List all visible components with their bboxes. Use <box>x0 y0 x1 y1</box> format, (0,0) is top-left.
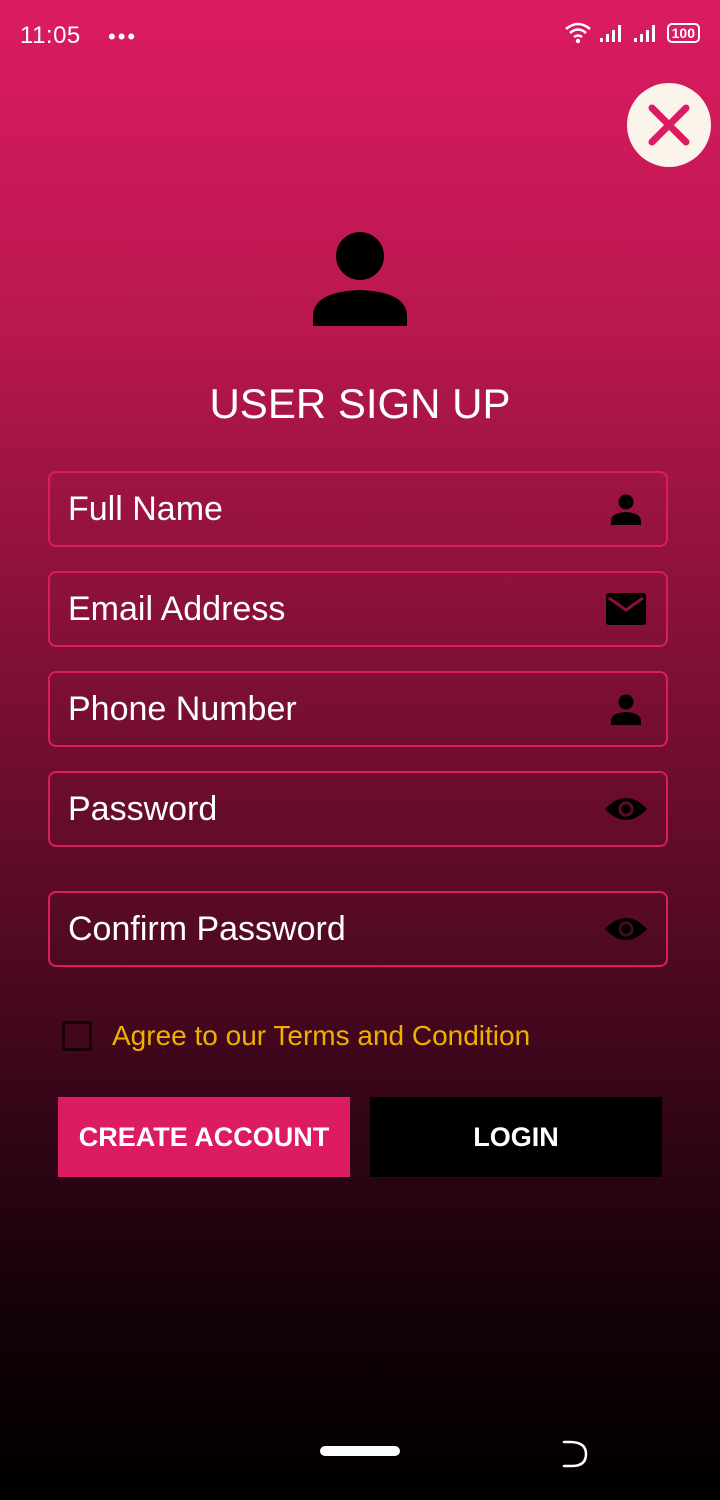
full-name-input[interactable] <box>68 473 588 545</box>
user-avatar-icon <box>313 232 407 326</box>
terms-row: Agree to our Terms and Condition <box>62 1020 530 1052</box>
phone-input[interactable] <box>68 673 588 745</box>
eye-icon[interactable] <box>604 791 648 827</box>
home-gesture-bar[interactable] <box>320 1446 400 1456</box>
eye-icon[interactable] <box>604 911 648 947</box>
status-icons: 100 <box>564 22 700 44</box>
mail-icon <box>604 591 648 627</box>
status-bar: 11:05 ••• 100 <box>0 0 720 72</box>
login-button[interactable]: LOGIN <box>370 1097 662 1177</box>
password-field[interactable] <box>48 771 668 847</box>
signal-icon-2 <box>633 25 655 42</box>
phone-field[interactable] <box>48 671 668 747</box>
close-button[interactable] <box>627 83 711 167</box>
confirm-password-input[interactable] <box>68 893 588 965</box>
create-account-button[interactable]: CREATE ACCOUNT <box>58 1097 350 1177</box>
person-icon <box>604 691 648 727</box>
email-input[interactable] <box>68 573 588 645</box>
close-icon <box>648 104 690 146</box>
terms-checkbox[interactable] <box>62 1021 92 1051</box>
battery-icon: 100 <box>666 23 700 43</box>
page-title: USER SIGN UP <box>209 380 511 427</box>
person-icon <box>604 491 648 527</box>
terms-label[interactable]: Agree to our Terms and Condition <box>112 1020 530 1052</box>
full-name-field[interactable] <box>48 471 668 547</box>
password-input[interactable] <box>68 773 588 845</box>
status-notification-dots: ••• <box>108 24 138 49</box>
wifi-icon <box>564 22 591 44</box>
confirm-password-field[interactable] <box>48 891 668 967</box>
signal-icon <box>599 25 621 42</box>
status-time: 11:05 <box>20 22 81 49</box>
back-gesture-icon[interactable] <box>560 1438 590 1468</box>
email-field[interactable] <box>48 571 668 647</box>
